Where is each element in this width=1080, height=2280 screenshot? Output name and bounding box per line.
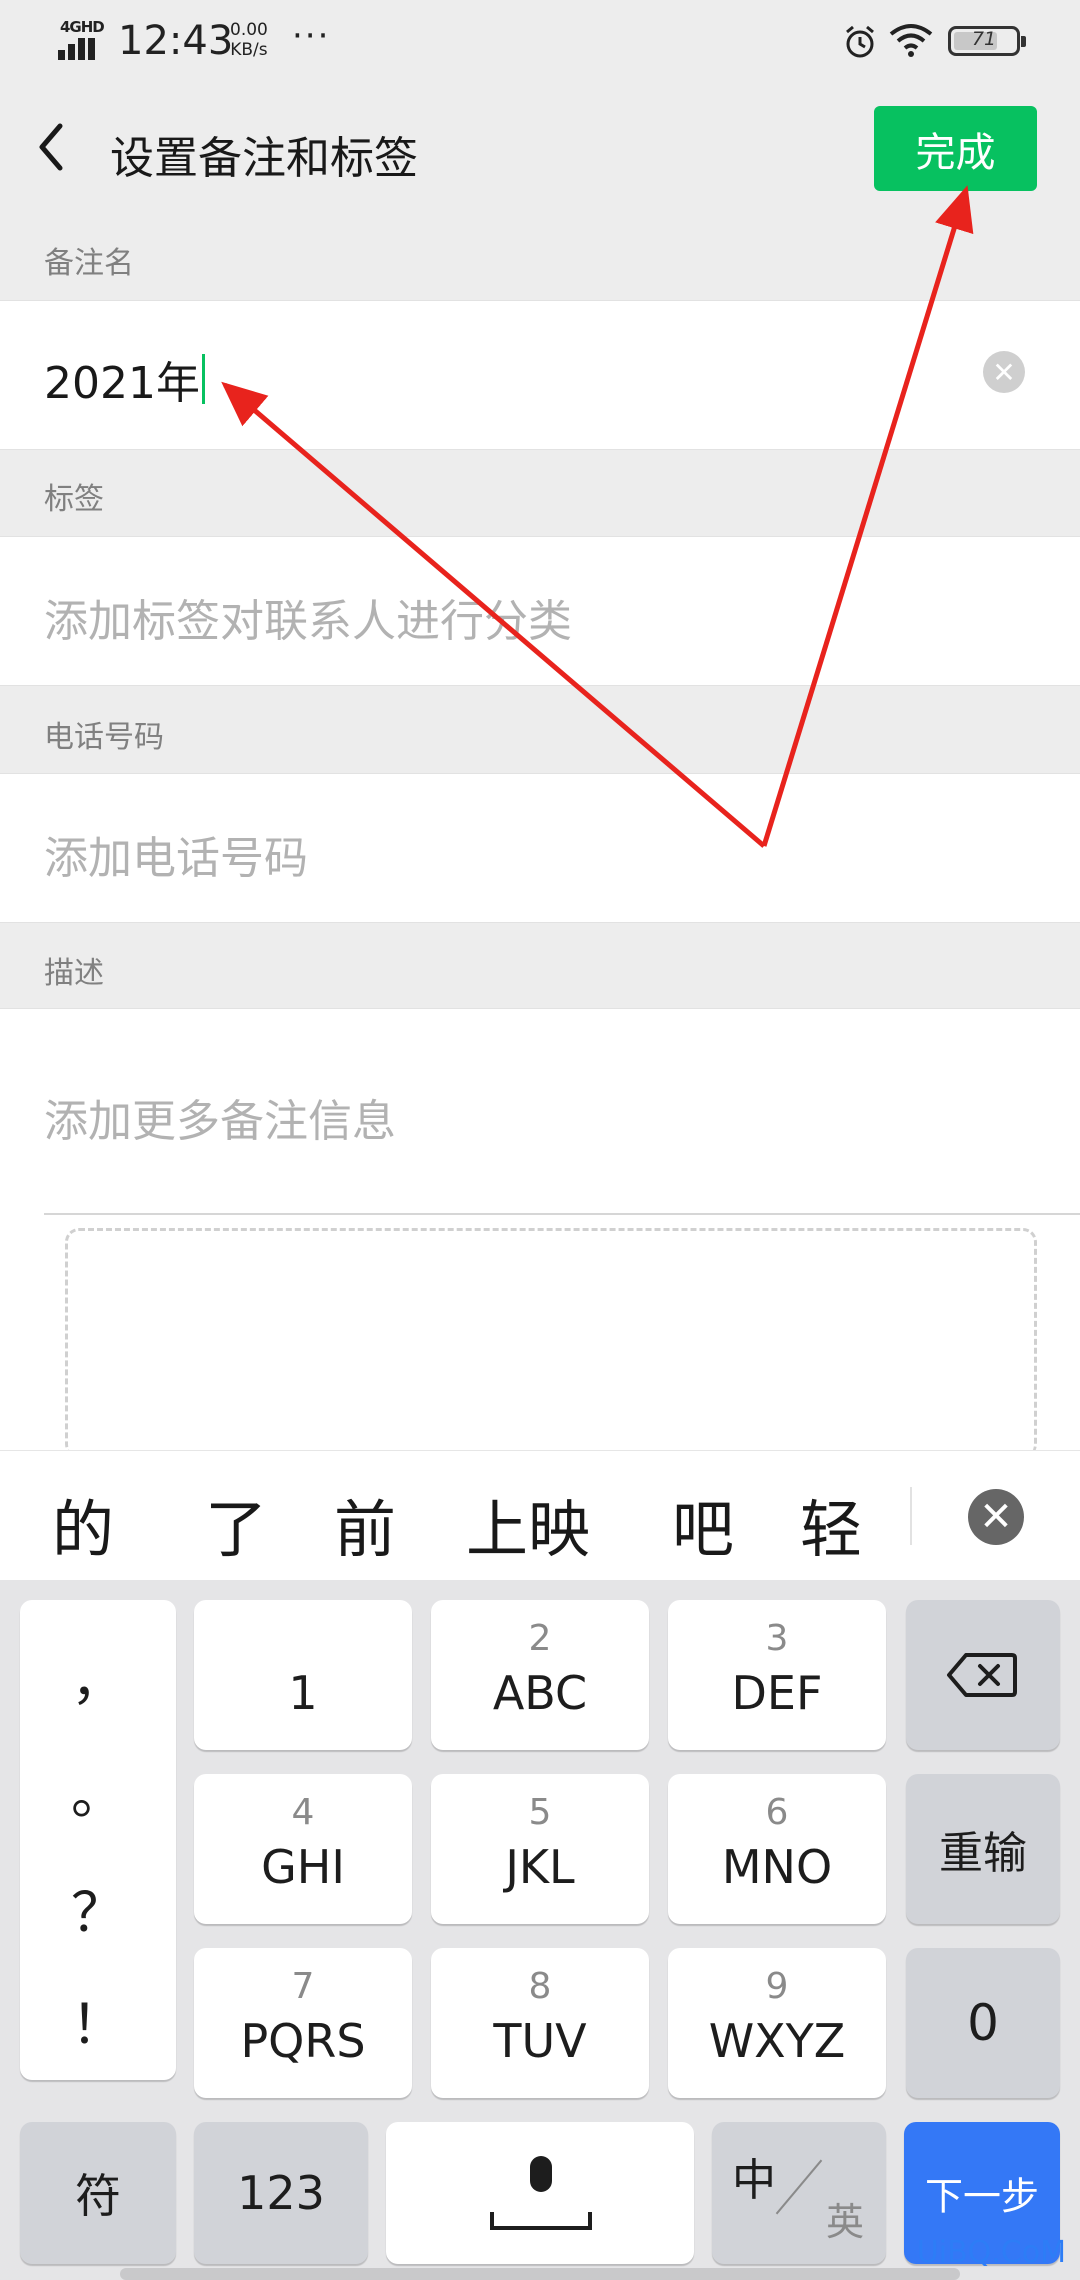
reset-key-label: 重输 [939,1828,1027,1879]
key-letters: MNO [721,1840,833,1894]
next-step-label: 下一步 [924,2174,1039,2219]
punct-question-key[interactable]: ？ [20,1868,176,1947]
status-bar: 4GHD 12:43 0.00 KB/s ··· 71 [0,0,1080,84]
add-photo-box[interactable] [65,1228,1037,1458]
phone-input[interactable]: 添加电话号码 [0,773,1080,923]
punct-comma-key[interactable]: ， [20,1636,176,1715]
key-1-label: 1 [288,1666,318,1720]
nav-header: 设置备注和标签 完成 [0,84,1080,214]
more-notifications-icon: ··· [292,16,331,56]
key-letters: WXYZ [708,2014,846,2068]
cellular-signal-icon: 4GHD [58,18,106,64]
tags-label: 标签 [44,482,104,517]
tags-input[interactable]: 添加标签对联系人进行分类 [0,536,1080,686]
microphone-icon [490,2156,592,2230]
close-candidates-icon[interactable]: ✕ [968,1489,1024,1545]
back-arrow-icon[interactable] [28,114,78,180]
lang-zh-label: 中 [732,2155,776,2206]
key-digit: 9 [765,1966,789,2007]
network-speed-unit: KB/s [230,40,268,60]
key-1[interactable]: 1 [194,1600,412,1750]
language-switch-key[interactable]: 中 英 [712,2122,886,2264]
description-placeholder[interactable]: 添加更多备注信息 [44,1085,396,1149]
space-key[interactable] [386,2122,694,2264]
key-digit: 7 [291,1966,315,2007]
numeric-key[interactable]: 123 [194,2122,368,2264]
key-digit: 2 [528,1618,552,1659]
phone-placeholder: 添加电话号码 [44,833,308,884]
network-type-label: 4GHD [60,18,105,36]
ime-candidate-bar: 的 了 前 上映 吧 轻 ✕ [0,1450,1080,1580]
remark-label: 备注名 [44,246,134,281]
home-indicator [120,2268,960,2280]
candidate-divider [910,1487,912,1545]
network-speed-value: 0.00 [230,20,268,40]
watermark: UiBQ.CoM [916,2235,1066,2270]
key-0-label: 0 [967,1994,999,2052]
description-underline [44,1213,1080,1215]
key-letters: JKL [505,1840,575,1894]
key-0[interactable]: 0 [906,1948,1060,2098]
key-letters: PQRS [240,2014,366,2068]
key-digit: 5 [528,1792,552,1833]
key-letters: GHI [261,1840,345,1894]
lang-divider [775,2159,823,2215]
arrow-to-done [761,185,974,847]
key-letters: DEF [731,1666,823,1720]
status-time: 12:43 [118,18,234,64]
battery-percent: 71 [971,28,997,50]
network-speed: 0.00 KB/s [230,20,268,60]
punct-exclaim-key[interactable]: ！ [20,1980,176,2059]
candidate-item[interactable]: 的 [52,1479,114,1569]
key-7-pqrs[interactable]: 7 PQRS [194,1948,412,2098]
ime-keyboard: ， 。 ？ ！ 1 2 ABC 3 DEF 4 GHI 5 JKL 6 MNO … [0,1580,1080,2280]
key-digit: 3 [765,1618,789,1659]
candidate-item[interactable]: 了 [205,1479,267,1569]
key-9-wxyz[interactable]: 9 WXYZ [668,1948,886,2098]
numeric-key-label: 123 [237,2166,325,2220]
wifi-icon [889,24,933,57]
key-letters: ABC [492,1666,588,1720]
key-digit: 8 [528,1966,552,2007]
key-digit: 4 [291,1792,315,1833]
tags-placeholder: 添加标签对联系人进行分类 [44,596,572,647]
description-label: 描述 [44,956,104,991]
key-digit: 6 [765,1792,789,1833]
key-4-ghi[interactable]: 4 GHI [194,1774,412,1924]
key-letters: TUV [493,2014,587,2068]
candidate-item[interactable]: 轻 [800,1479,862,1569]
done-button[interactable]: 完成 [874,106,1037,191]
lang-en-label: 英 [825,2200,864,2244]
clear-input-icon[interactable]: ✕ [983,351,1025,393]
punctuation-column: ， 。 ？ ！ [20,1600,176,2080]
backspace-icon [947,1653,1017,1697]
phone-label: 电话号码 [44,720,164,755]
remark-value-text: 2021年 [44,358,200,409]
candidate-item[interactable]: 前 [334,1479,396,1569]
remark-value[interactable]: 2021年 [44,351,205,409]
backspace-key[interactable] [906,1600,1060,1750]
key-8-tuv[interactable]: 8 TUV [431,1948,649,2098]
reset-key[interactable]: 重输 [906,1774,1060,1924]
key-6-mno[interactable]: 6 MNO [668,1774,886,1924]
symbol-key[interactable]: 符 [20,2122,176,2264]
battery-icon: 71 [948,26,1026,56]
key-2-abc[interactable]: 2 ABC [431,1600,649,1750]
remark-input[interactable]: 2021年 ✕ [0,300,1080,450]
key-3-def[interactable]: 3 DEF [668,1600,886,1750]
page-title: 设置备注和标签 [110,133,418,184]
key-5-jkl[interactable]: 5 JKL [431,1774,649,1924]
punct-period-key[interactable]: 。 [20,1750,176,1829]
text-caret [201,354,205,404]
candidate-item[interactable]: 上映 [466,1479,590,1569]
symbol-key-label: 符 [75,2169,121,2223]
candidate-item[interactable]: 吧 [672,1479,734,1569]
alarm-icon [846,25,874,58]
